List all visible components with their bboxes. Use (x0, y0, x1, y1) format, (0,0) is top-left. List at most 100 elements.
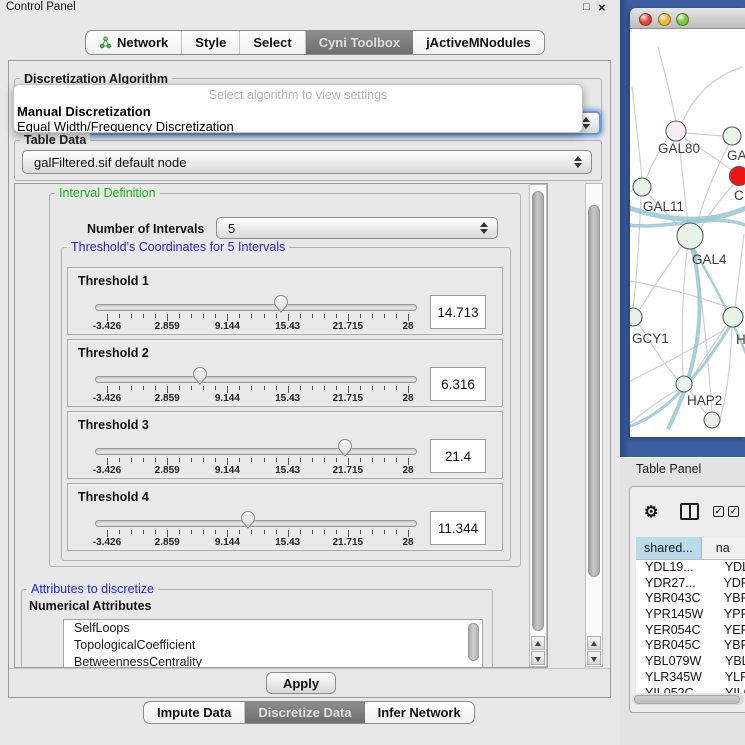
tab-network[interactable]: Network (86, 31, 182, 54)
slider-tick (239, 314, 240, 318)
slider-tick (372, 530, 373, 534)
slider-tick-label: 15.43 (275, 393, 300, 404)
checkbox-icon[interactable]: ✓ (728, 506, 739, 517)
table-hscrollbar-thumb[interactable] (634, 695, 740, 704)
slider-tick-label: -3.426 (93, 465, 121, 476)
network-node-c[interactable] (730, 167, 745, 186)
network-edge[interactable] (697, 144, 729, 224)
threshold-value-field[interactable]: 6.316 (430, 367, 486, 401)
scroll-down-icon[interactable] (587, 651, 601, 665)
threshold-label: Threshold 1 (78, 274, 149, 288)
panel-scrollbar-thumb[interactable] (588, 205, 600, 577)
network-edge[interactable] (658, 47, 676, 121)
tab-style[interactable]: Style (182, 31, 240, 54)
bottom-tab-discretize-data[interactable]: Discretize Data (245, 702, 364, 723)
threshold-slider-thumb[interactable] (192, 366, 208, 385)
network-edge[interactable] (682, 249, 687, 376)
table-row[interactable]: YIL052CYIL0 (636, 686, 745, 694)
number-of-intervals-combo[interactable]: 5 (216, 217, 498, 239)
checkbox-icon[interactable]: ✓ (713, 506, 724, 517)
table-row[interactable]: YDL19...YDL1 (636, 560, 745, 576)
table-row[interactable]: YLR345WYLR3 (636, 670, 745, 686)
table-rows: YDL19...YDL1YDR27...YDR2YBR043CYBR0YPR14… (636, 560, 745, 693)
network-node-gal4[interactable] (677, 223, 703, 249)
apply-button[interactable]: Apply (266, 672, 336, 694)
float-window-icon[interactable]: □ (583, 1, 590, 13)
algorithm-popup: Select algorithm to view settings Manual… (13, 84, 583, 133)
minimize-traffic-light-icon[interactable] (658, 13, 671, 26)
close-traffic-light-icon[interactable] (639, 13, 652, 26)
table-horizontal-scrollbar[interactable] (632, 694, 744, 705)
slider-tick (276, 386, 277, 390)
network-edge[interactable] (632, 87, 642, 178)
algorithm-option-equal-width-frequency-discretization[interactable]: Equal Width/Frequency Discretization (17, 119, 234, 133)
network-edge[interactable] (685, 133, 723, 136)
table-cell: YBL0 (711, 654, 745, 670)
network-edge[interactable] (630, 189, 633, 192)
network-edge[interactable] (735, 234, 744, 307)
settings-scrollbar[interactable] (529, 184, 547, 667)
panel-scrollbar[interactable] (585, 183, 603, 667)
scroll-up-icon[interactable] (531, 636, 545, 650)
threshold-value-field[interactable]: 14.713 (430, 295, 486, 329)
network-node-label: H (736, 332, 745, 347)
threshold-slider-track[interactable] (95, 376, 417, 383)
table-column-header-na[interactable]: na (702, 537, 745, 559)
attributes-list-scrollbar[interactable] (468, 623, 479, 661)
network-edge[interactable] (639, 246, 682, 311)
tab-select[interactable]: Select (240, 31, 305, 54)
network-node-h[interactable] (723, 307, 743, 327)
bottom-tab-impute-data[interactable]: Impute Data (144, 702, 245, 723)
table-column-header-shared[interactable]: shared... (636, 537, 702, 559)
slider-tick (324, 386, 325, 390)
threshold-slider-thumb[interactable] (337, 438, 353, 457)
network-node-gal80[interactable] (666, 121, 686, 141)
attribute-item-betweennesscentrality[interactable]: BetweennessCentrality (64, 654, 482, 668)
table-row[interactable]: YPR145WYPR1 (636, 607, 745, 623)
numerical-attributes-list[interactable]: SelfLoopsTopologicalCoefficientBetweenne… (63, 619, 483, 668)
network-node-ga[interactable] (723, 127, 741, 145)
columns-icon[interactable] (680, 503, 699, 520)
threshold-slider-track[interactable] (95, 448, 417, 455)
tab-label: Cyni Toolbox (319, 35, 400, 50)
network-node[interactable] (704, 412, 720, 428)
threshold-slider-thumb[interactable] (240, 510, 256, 529)
slider-tick (360, 386, 361, 390)
tab-cyni-toolbox[interactable]: Cyni Toolbox (306, 31, 413, 54)
network-node-gcy1[interactable] (630, 308, 642, 326)
bottom-tab-label: Impute Data (157, 705, 231, 720)
threshold-value-field[interactable]: 11.344 (430, 511, 486, 545)
tab-jactivemnodules[interactable]: jActiveMNodules (413, 31, 544, 54)
table-data-combo[interactable]: galFiltered.sif default node (22, 150, 592, 174)
number-of-intervals-value: 5 (228, 221, 235, 236)
table-row[interactable]: YDR27...YDR2 (636, 576, 745, 592)
network-edge[interactable] (682, 67, 742, 123)
threshold-slider-thumb[interactable] (273, 294, 289, 313)
network-edge[interactable] (630, 390, 677, 423)
combo-stepper-icon (573, 156, 582, 168)
slider-tick (143, 530, 144, 534)
gear-icon[interactable]: ⚙ (644, 502, 658, 522)
slider-tick (348, 530, 349, 537)
close-window-icon[interactable]: × (598, 0, 606, 15)
node-attribute-table[interactable]: shared...na YDL19...YDL1YDR27...YDR2YBR0… (636, 537, 745, 693)
table-row[interactable]: YBL079WYBL0 (636, 654, 745, 670)
attribute-item-selfloops[interactable]: SelfLoops (64, 620, 482, 637)
bottom-tab-infer-network[interactable]: Infer Network (365, 702, 474, 723)
scroll-up-icon[interactable] (587, 636, 601, 650)
table-row[interactable]: YBR045CYBR0 (636, 638, 745, 654)
settings-scrollbar-thumb[interactable] (532, 191, 544, 631)
scroll-down-icon[interactable] (531, 651, 545, 665)
threshold-value-field[interactable]: 21.4 (430, 439, 486, 473)
network-node-hap2[interactable] (676, 376, 692, 392)
network-canvas[interactable]: GAL80GACGAL11GAL4GCY1HHAP2 (630, 29, 745, 437)
algorithm-option-manual-discretization[interactable]: Manual Discretization (17, 104, 151, 119)
table-row[interactable]: YBR043CYBR0 (636, 591, 745, 607)
control-panel-title: Control Panel (6, 1, 76, 13)
attribute-item-topologicalcoefficient[interactable]: TopologicalCoefficient (64, 637, 482, 654)
threshold-slider-track[interactable] (95, 304, 417, 311)
network-node-gal11[interactable] (633, 178, 651, 196)
tab-label: Style (195, 35, 226, 50)
zoom-traffic-light-icon[interactable] (676, 13, 689, 26)
table-row[interactable]: YER054CYER0 (636, 623, 745, 639)
